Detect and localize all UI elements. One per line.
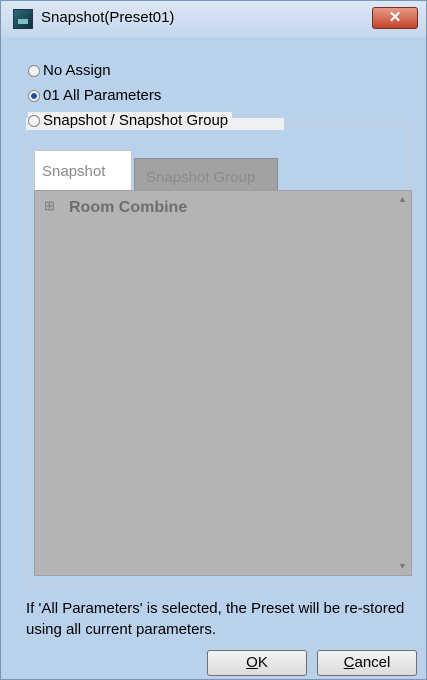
radio-snapshot-indicator-overlay[interactable] (28, 114, 40, 127)
scroll-down-arrow-icon[interactable]: ▼ (394, 558, 411, 575)
title-bar[interactable]: Snapshot(Preset01) ✕ (1, 1, 426, 37)
tree-item-room-combine[interactable]: Room Combine (69, 199, 187, 217)
tab-snapshot-group-label: Snapshot Group (146, 169, 256, 186)
radio-no-assign[interactable]: No Assign (28, 62, 111, 79)
expand-icon[interactable]: ⊞ (44, 199, 55, 212)
app-icon (13, 9, 33, 29)
tab-snapshot[interactable]: Snapshot (34, 150, 132, 190)
tab-snapshot-label: Snapshot (42, 163, 106, 180)
radio-snapshot-overlay[interactable]: Snapshot / Snapshot Group (28, 112, 228, 129)
radio-no-assign-indicator[interactable] (28, 64, 40, 77)
radio-all-parameters-indicator[interactable] (28, 89, 40, 102)
cancel-label-rest: ancel (354, 654, 391, 671)
snapshot-tree[interactable]: ⊞ Room Combine ▲ ▼ (34, 190, 412, 576)
cancel-accel: C (343, 654, 355, 671)
radio-snapshot-label-overlay: Snapshot / Snapshot Group (43, 112, 229, 129)
scroll-up-arrow-icon[interactable]: ▲ (394, 191, 411, 208)
radio-all-parameters[interactable]: 01 All Parameters (28, 87, 161, 104)
tab-snapshot-group[interactable]: Snapshot Group (134, 158, 278, 192)
vertical-scrollbar[interactable]: ▲ ▼ (394, 191, 411, 575)
ok-button[interactable]: OK (207, 650, 307, 676)
close-icon: ✕ (388, 9, 402, 26)
radio-no-assign-label: No Assign (43, 62, 111, 79)
window-title: Snapshot(Preset01) (41, 9, 175, 26)
close-button[interactable]: ✕ (372, 7, 418, 29)
cancel-button[interactable]: Cancel (317, 650, 417, 676)
ok-accel: O (246, 654, 258, 671)
ok-label-rest: K (257, 654, 268, 671)
info-text: If 'All Parameters' is selected, the Pre… (26, 600, 405, 638)
radio-all-parameters-label: 01 All Parameters (43, 87, 162, 104)
